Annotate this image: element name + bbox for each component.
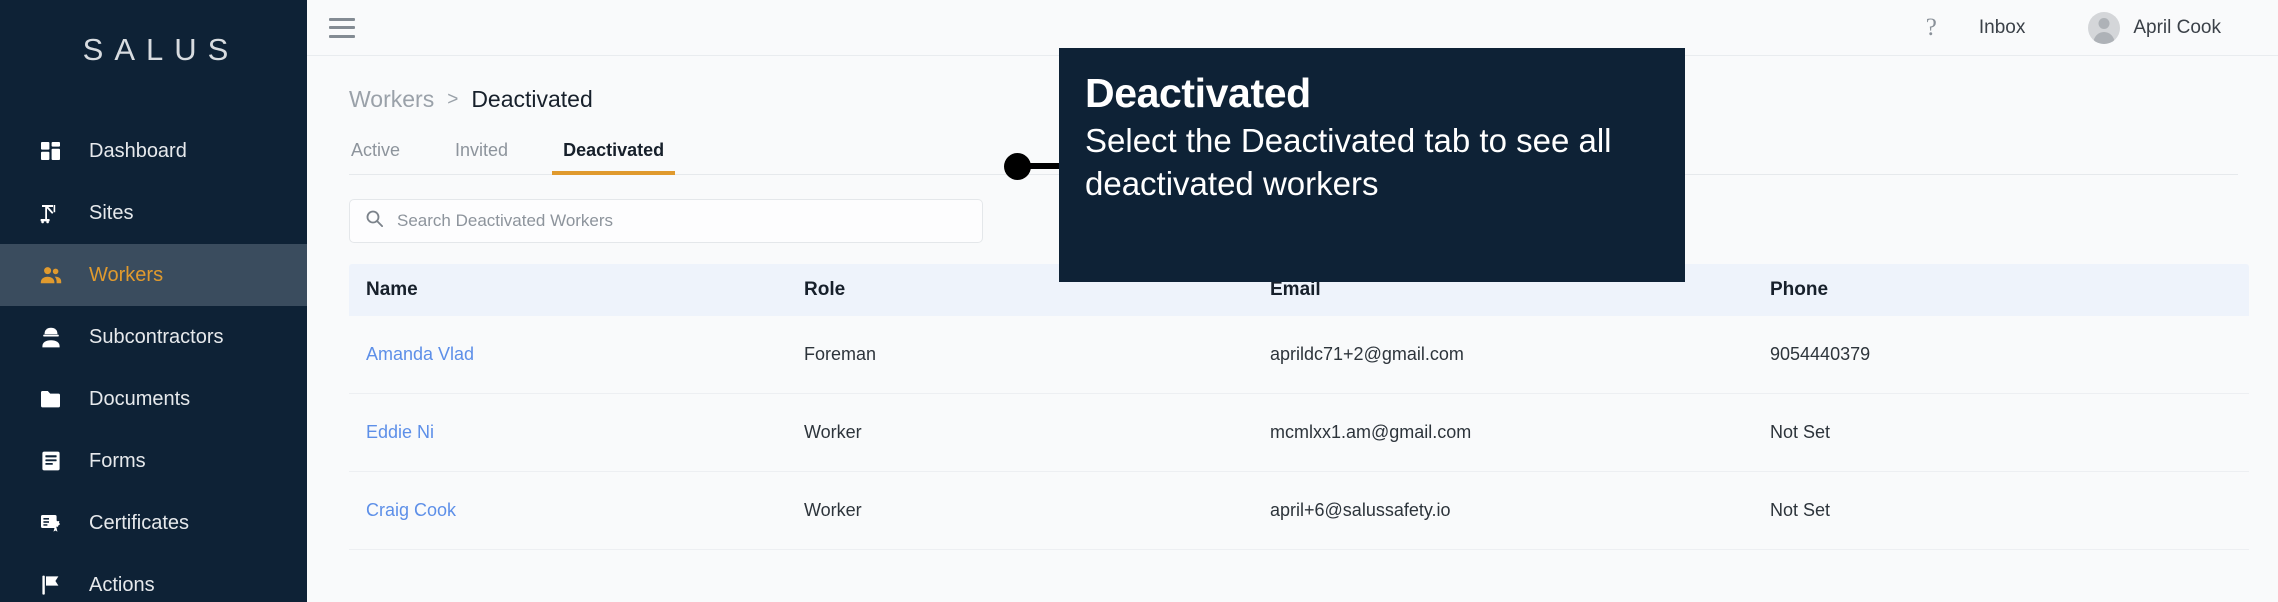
sidebar-item-label: Dashboard	[89, 139, 187, 162]
page-title: Deactivated	[471, 86, 593, 112]
hamburger-menu-icon[interactable]	[329, 17, 355, 38]
search-input[interactable]	[397, 211, 967, 231]
sidebar-nav: Dashboard Sites Workers Subcontractors D…	[0, 120, 307, 602]
tab-deactivated[interactable]: Deactivated	[552, 134, 676, 175]
column-header-role: Role	[804, 279, 846, 300]
inbox-label: Inbox	[1978, 16, 2026, 38]
folder-icon	[38, 386, 64, 412]
sidebar-item-label: Certificates	[89, 511, 190, 534]
sidebar-item-label: Workers	[89, 263, 164, 286]
table-row[interactable]: Amanda Vlad Foreman aprildc71+2@gmail.co…	[349, 316, 2249, 394]
worker-name-link[interactable]: Craig Cook	[366, 500, 456, 520]
worker-email: aprildc71+2@gmail.com	[1270, 344, 1464, 364]
brand-logo[interactable]: SALUS	[0, 0, 307, 100]
tab-invited[interactable]: Invited	[453, 134, 510, 174]
worker-role: Foreman	[804, 344, 877, 364]
sidebar-item-documents[interactable]: Documents	[0, 368, 307, 430]
user-name-label: April Cook	[2133, 16, 2221, 38]
worker-phone: Not Set	[1770, 422, 1831, 442]
tooltip-body: Select the Deactivated tab to see all de…	[1085, 122, 1612, 202]
sidebar: SALUS Dashboard Sites Workers Subcontrac…	[0, 0, 307, 602]
worker-name-link[interactable]: Amanda Vlad	[366, 344, 474, 364]
sidebar-item-forms[interactable]: Forms	[0, 430, 307, 492]
worker-role: Worker	[804, 422, 862, 442]
crane-icon	[38, 200, 64, 226]
avatar	[2088, 11, 2121, 44]
search-icon	[365, 209, 384, 233]
worker-role: Worker	[804, 500, 862, 520]
people-icon	[38, 262, 64, 288]
column-header-name: Name	[366, 279, 418, 300]
sidebar-item-label: Forms	[89, 449, 146, 472]
table-row[interactable]: Eddie Ni Worker mcmlxx1.am@gmail.com Not…	[349, 394, 2249, 472]
breadcrumb-separator: >	[447, 88, 459, 110]
worker-phone: 9054440379	[1770, 344, 1871, 364]
column-header-phone: Phone	[1770, 279, 1829, 300]
sidebar-item-dashboard[interactable]: Dashboard	[0, 120, 307, 182]
worker-email: april+6@salussafety.io	[1270, 500, 1451, 520]
sidebar-item-actions[interactable]: Actions	[0, 554, 307, 602]
callout-anchor-dot	[1004, 153, 1031, 180]
topbar-right-group: ? Inbox April Cook	[1926, 11, 2244, 44]
app-root: SALUS Dashboard Sites Workers Subcontrac…	[0, 0, 2278, 602]
flag-icon	[38, 572, 64, 598]
certificate-icon	[38, 510, 64, 536]
worker-name-link[interactable]: Eddie Ni	[366, 422, 434, 442]
workers-table: Name Role Email Phone Amanda Vlad Forema…	[349, 264, 2249, 550]
tooltip-title: Deactivated	[1085, 70, 1311, 116]
coach-mark-tooltip: Deactivated Select the Deactivated tab t…	[1059, 48, 1685, 282]
tab-active[interactable]: Active	[349, 134, 402, 174]
main-area: ? Inbox April Cook Workers > Deactivated	[307, 0, 2278, 602]
user-menu[interactable]: April Cook	[2088, 11, 2244, 44]
inbox-dropdown[interactable]: Inbox	[1979, 17, 2048, 39]
sidebar-item-label: Subcontractors	[89, 325, 224, 348]
help-icon[interactable]: ?	[1926, 15, 1937, 40]
sidebar-item-label: Sites	[89, 201, 134, 224]
hardhat-worker-icon	[38, 324, 64, 350]
worker-email: mcmlxx1.am@gmail.com	[1270, 422, 1472, 442]
sidebar-item-label: Actions	[89, 573, 155, 596]
sidebar-item-certificates[interactable]: Certificates	[0, 492, 307, 554]
table-row[interactable]: Craig Cook Worker april+6@salussafety.io…	[349, 472, 2249, 550]
dashboard-grid-icon	[38, 138, 64, 164]
column-header-email: Email	[1270, 279, 1321, 300]
brand-text: SALUS	[82, 32, 240, 67]
search-box[interactable]	[349, 199, 983, 243]
worker-phone: Not Set	[1770, 500, 1831, 520]
sidebar-item-sites[interactable]: Sites	[0, 182, 307, 244]
sidebar-item-label: Documents	[89, 387, 191, 410]
breadcrumb-parent[interactable]: Workers	[349, 86, 434, 113]
form-document-icon	[38, 448, 64, 474]
sidebar-item-workers[interactable]: Workers	[0, 244, 307, 306]
sidebar-item-subcontractors[interactable]: Subcontractors	[0, 306, 307, 368]
